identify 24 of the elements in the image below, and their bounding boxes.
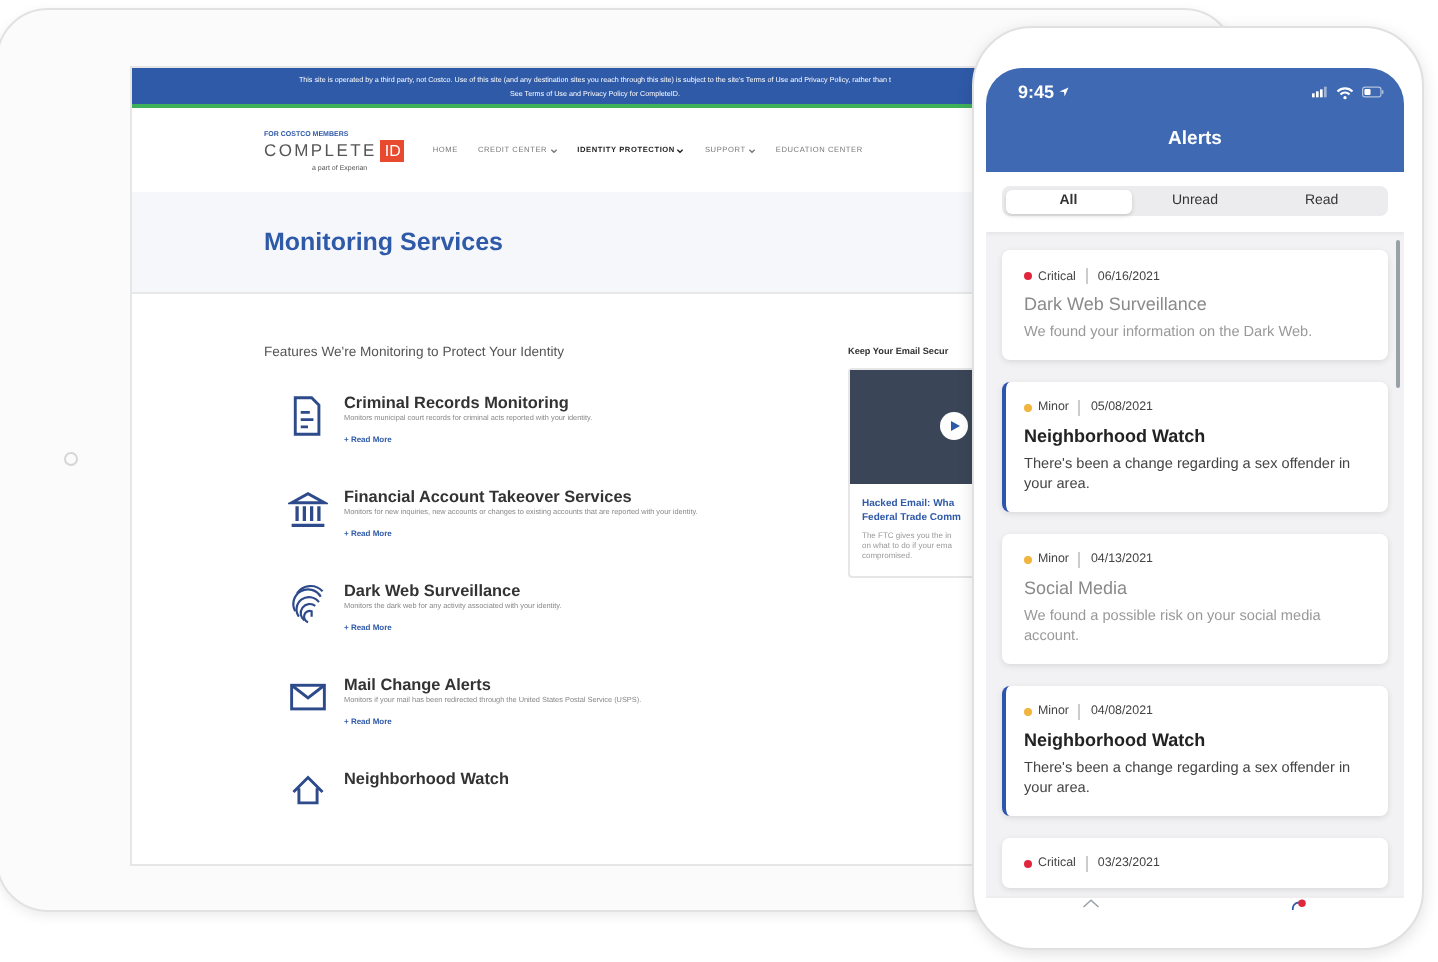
location-icon	[1058, 86, 1071, 98]
screen-title: Alerts	[1166, 128, 1224, 150]
alert-title: Neighborhood Watch	[1024, 729, 1208, 749]
feature-title: Criminal Records Monitoring	[344, 394, 571, 414]
feature-title: Mail Change Alerts	[344, 676, 493, 696]
photo-placeholder	[850, 370, 978, 484]
alert-title: Dark Web Surveillance	[1024, 294, 1209, 314]
alert-title: Social Media	[1024, 577, 1130, 597]
play-icon[interactable]	[940, 412, 968, 440]
bank-icon	[288, 488, 328, 532]
feature-title: Neighborhood Watch	[344, 770, 509, 790]
feature-title: Dark Web Surveillance	[344, 582, 523, 602]
logo-badge: ID	[380, 139, 405, 161]
feature-title: Financial Account Takeover Services	[344, 488, 634, 508]
logo-wordmark: COMPLETE	[264, 140, 377, 160]
alert-title: Neighborhood Watch	[1024, 425, 1208, 445]
signal-icon	[1312, 86, 1328, 98]
scrollbar[interactable]	[1396, 240, 1400, 388]
status-time: 9:45	[1018, 82, 1055, 102]
page-title: Monitoring Services	[264, 228, 503, 256]
wifi-icon	[1336, 85, 1354, 99]
battery-icon	[1362, 86, 1384, 98]
fingerprint-icon	[288, 582, 328, 626]
home-button[interactable]	[64, 452, 78, 466]
